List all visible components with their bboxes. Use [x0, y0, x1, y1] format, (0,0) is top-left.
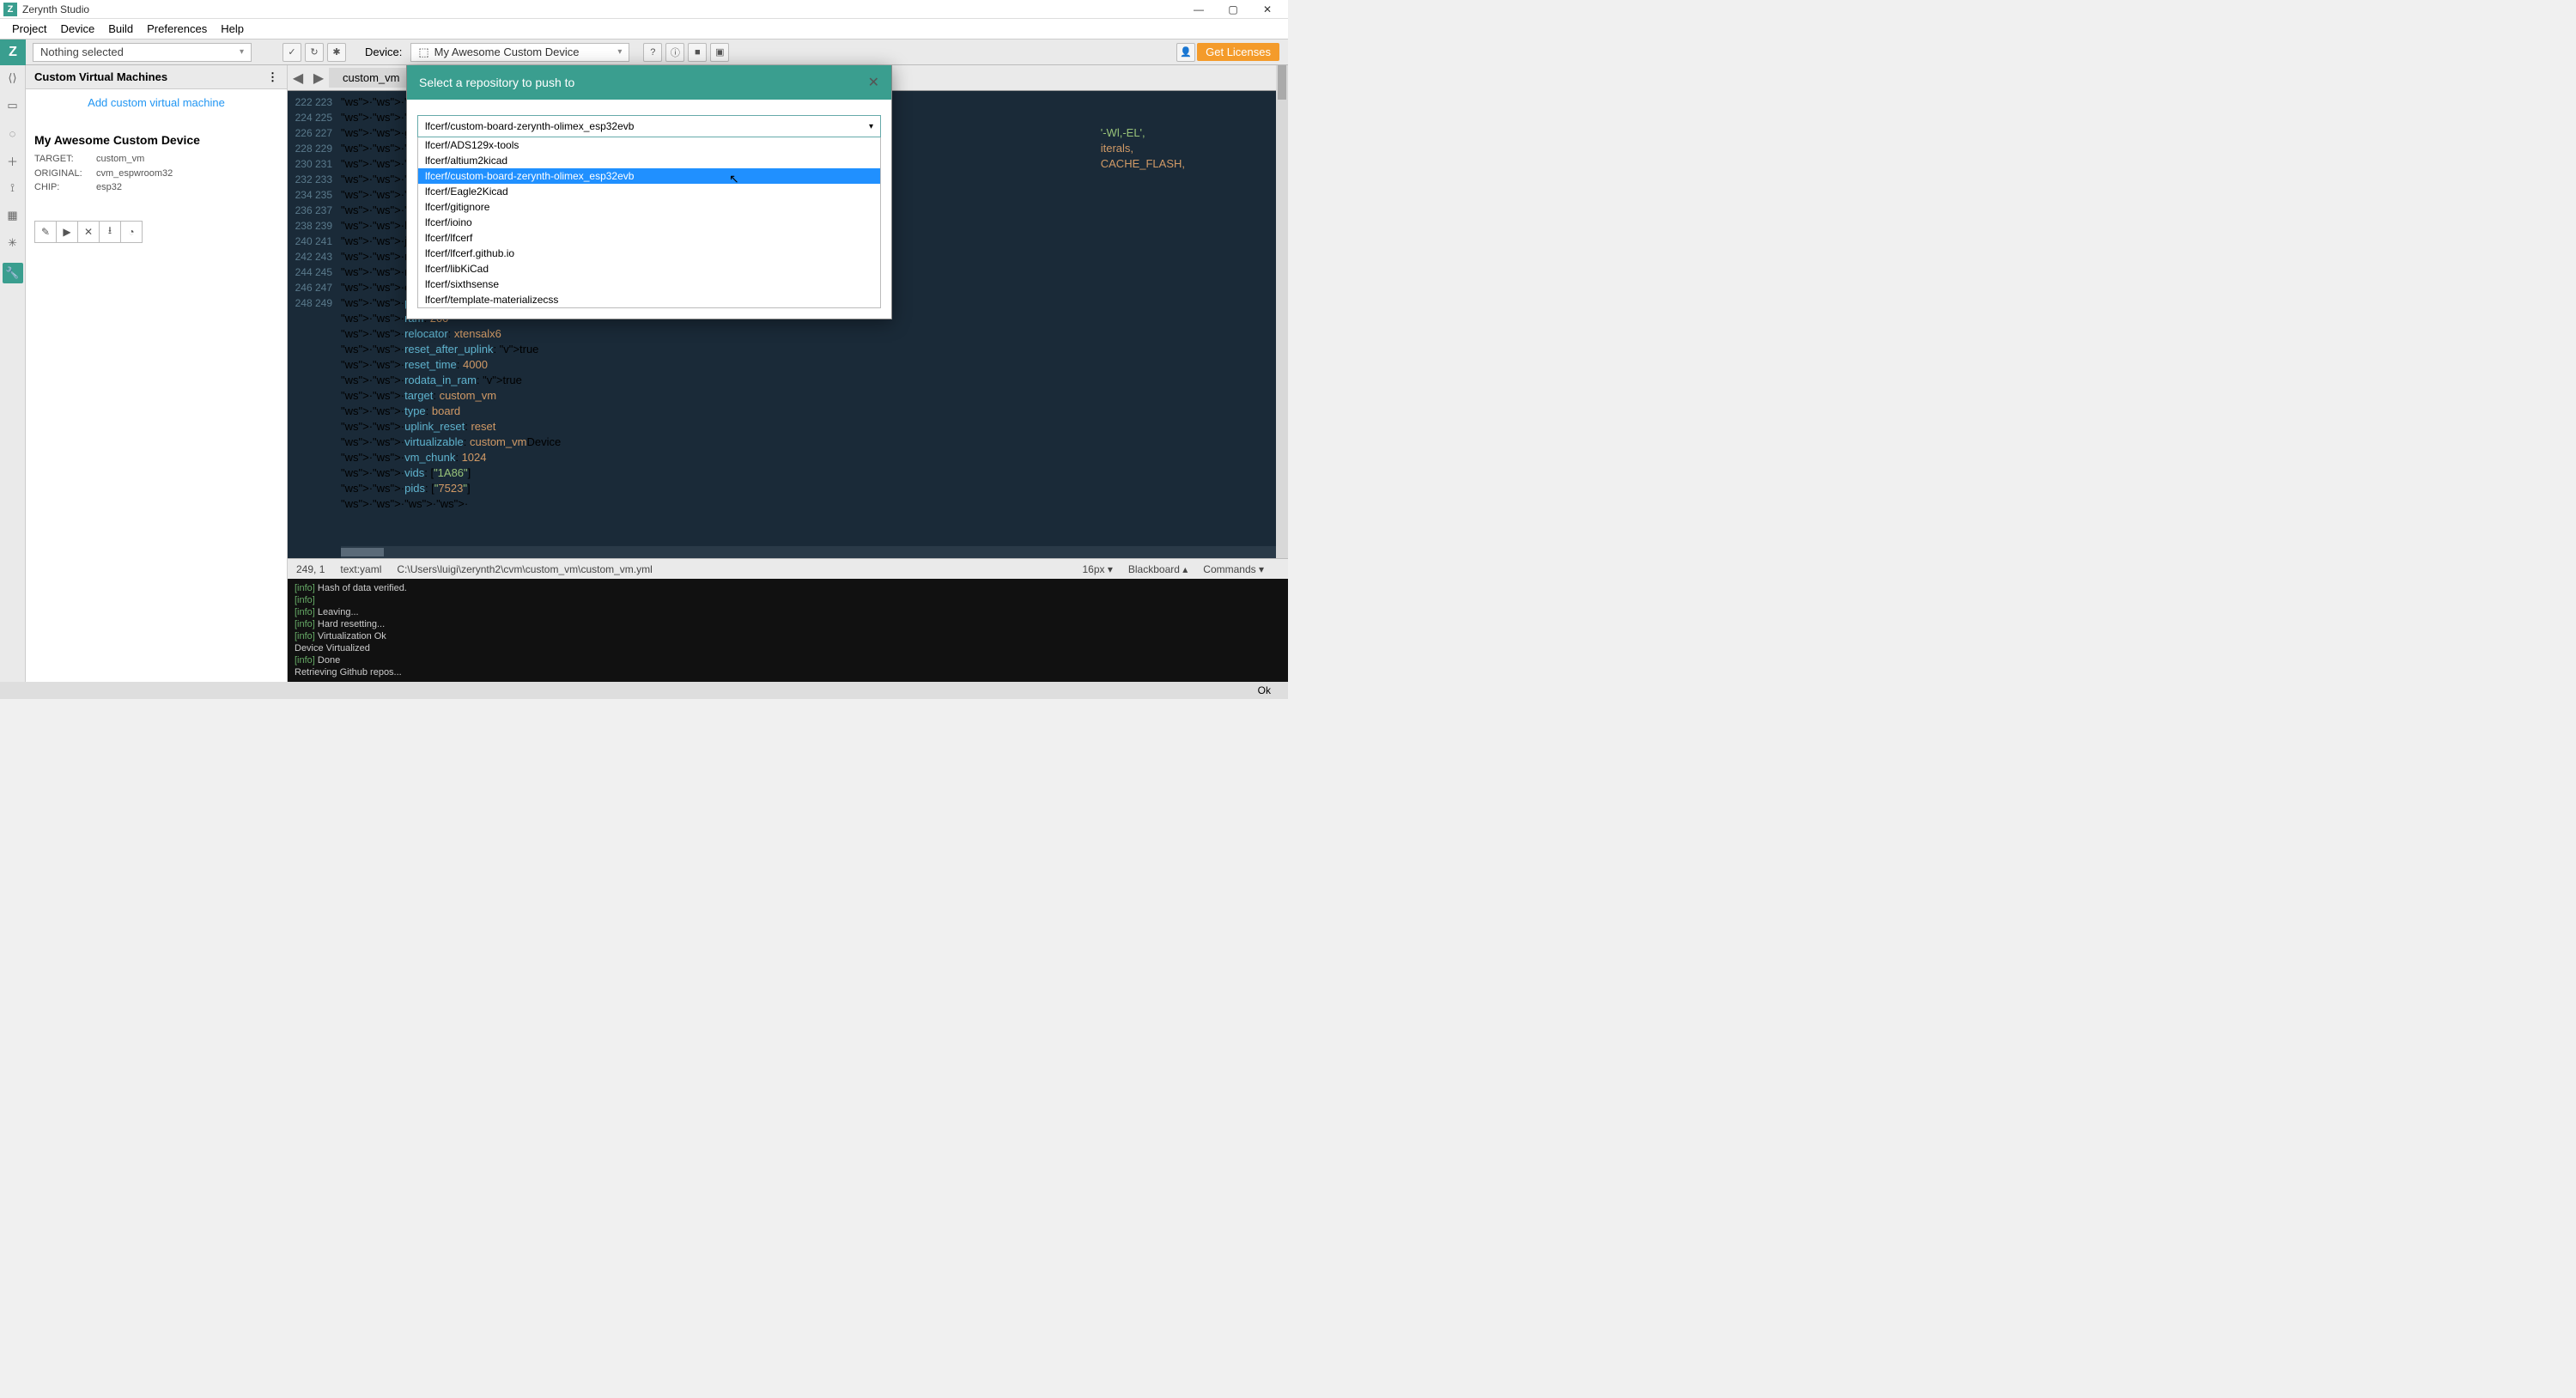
line-gutter: 222 223 224 225 226 227 228 229 230 231 …: [288, 91, 341, 314]
gear-icon[interactable]: ✳: [5, 235, 21, 251]
repo-option[interactable]: lfcerf/lfcerf: [418, 230, 880, 246]
repo-select[interactable]: lfcerf/custom-board-zerynth-olimex_esp32…: [417, 115, 881, 137]
device-name: My Awesome Custom Device: [34, 133, 278, 147]
window-title: Zerynth Studio: [22, 3, 1182, 15]
device-action-row: ✎ ▶ ✕ ⭳ ◔: [34, 221, 278, 243]
dialog-body: lfcerf/custom-board-zerynth-olimex_esp32…: [407, 100, 891, 319]
device-target-row: TARGET:custom_vm: [34, 152, 278, 167]
file-path: C:\Users\luigi\zerynth2\cvm\custom_vm\cu…: [397, 563, 652, 575]
get-licenses-button[interactable]: Get Licenses: [1197, 43, 1279, 61]
bug-icon[interactable]: ✱: [327, 43, 346, 62]
menu-bar: Project Device Build Preferences Help: [0, 19, 1288, 40]
vertical-scrollbar[interactable]: [1276, 65, 1288, 558]
left-panel-header: Custom Virtual Machines: [26, 65, 287, 89]
bottom-bar: Ok: [0, 682, 1288, 699]
github-icon[interactable]: ◔: [120, 221, 143, 243]
repo-option[interactable]: lfcerf/libKiCad: [418, 261, 880, 277]
plus-icon[interactable]: ＋: [5, 153, 21, 168]
repo-option[interactable]: lfcerf/custom-board-zerynth-olimex_esp32…: [418, 168, 880, 184]
repo-option[interactable]: lfcerf/Eagle2Kicad: [418, 184, 880, 199]
mouse-cursor: ↖: [729, 172, 739, 186]
device-label: Device:: [365, 46, 402, 58]
code-fragment: '-Wl,-EL',: [1101, 126, 1145, 139]
toolbar: Z Nothing selected ✓ ↻ ✱ Device: ⬚ My Awe…: [0, 40, 1288, 65]
repo-option[interactable]: lfcerf/ADS129x-tools: [418, 137, 880, 153]
ok-button[interactable]: Ok: [1258, 684, 1271, 696]
dialog-title: Select a repository to push to: [419, 76, 574, 89]
info-icon[interactable]: ?: [643, 43, 662, 62]
repo-option[interactable]: lfcerf/ioino: [418, 215, 880, 230]
code-icon[interactable]: ⟨⟩: [5, 70, 21, 86]
wifi-icon[interactable]: ⟟: [5, 180, 21, 196]
font-size-selector[interactable]: 16px ▾: [1082, 563, 1112, 575]
output-console[interactable]: [info] Hash of data verified.[info][info…: [288, 579, 1288, 682]
download-icon[interactable]: ⭳: [99, 221, 121, 243]
theme-selector[interactable]: Blackboard ▴: [1128, 563, 1188, 575]
stop-icon[interactable]: ■: [688, 43, 707, 62]
user-icon[interactable]: 👤: [1176, 43, 1195, 62]
folder-icon[interactable]: ▭: [5, 98, 21, 113]
grid-icon[interactable]: ▦: [5, 208, 21, 223]
commands-selector[interactable]: Commands ▾: [1203, 563, 1264, 575]
delete-icon[interactable]: ✕: [77, 221, 100, 243]
device-chip-row: CHIP:esp32: [34, 180, 278, 195]
close-button[interactable]: ✕: [1250, 0, 1285, 19]
device-card: My Awesome Custom Device TARGET:custom_v…: [34, 133, 278, 195]
verify-icon[interactable]: ✓: [283, 43, 301, 62]
maximize-button[interactable]: ▢: [1216, 0, 1250, 19]
left-panel: Custom Virtual Machines Add custom virtu…: [26, 65, 288, 682]
repo-option[interactable]: lfcerf/sixthsense: [418, 277, 880, 292]
activity-bar: ⟨⟩ ▭ ◌ ＋ ⟟ ▦ ✳ 🔧: [0, 65, 26, 682]
repo-option[interactable]: lfcerf/altium2kicad: [418, 153, 880, 168]
project-selector[interactable]: Nothing selected: [33, 43, 252, 62]
project-selector-text: Nothing selected: [40, 46, 124, 58]
editor-status-bar: 249, 1 text:yaml C:\Users\luigi\zerynth2…: [288, 558, 1288, 579]
repo-option[interactable]: lfcerf/lfcerf.github.io: [418, 246, 880, 261]
chip-icon: ⬚: [418, 46, 428, 59]
play-icon[interactable]: ▶: [56, 221, 78, 243]
repo-option[interactable]: lfcerf/template-materializecss: [418, 292, 880, 307]
title-bar: Z Zerynth Studio — ▢ ✕: [0, 0, 1288, 19]
menu-help[interactable]: Help: [214, 21, 251, 37]
device-original-row: ORIGINAL:cvm_espwroom32: [34, 167, 278, 181]
panel-title: Custom Virtual Machines: [34, 70, 167, 83]
code-fragment: iterals,: [1101, 142, 1133, 155]
device-selector[interactable]: ⬚ My Awesome Custom Device: [410, 43, 629, 62]
nav-back-icon[interactable]: ◀: [288, 68, 308, 88]
console-icon[interactable]: ▣: [710, 43, 729, 62]
zerynth-logo-icon[interactable]: Z: [0, 40, 26, 65]
minimize-button[interactable]: —: [1182, 0, 1216, 19]
repo-option[interactable]: lfcerf/gitignore: [418, 199, 880, 215]
edit-icon[interactable]: ✎: [34, 221, 57, 243]
repo-dropdown: lfcerf/ADS129x-toolslfcerf/altium2kicadl…: [417, 137, 881, 308]
bulb-icon[interactable]: ◌: [5, 125, 21, 141]
code-fragment: CACHE_FLASH,: [1101, 157, 1185, 170]
device-selector-text: My Awesome Custom Device: [434, 46, 580, 58]
refresh-icon[interactable]: ↻: [305, 43, 324, 62]
menu-build[interactable]: Build: [101, 21, 140, 37]
menu-preferences[interactable]: Preferences: [140, 21, 214, 37]
wrench-icon[interactable]: 🔧: [3, 263, 23, 283]
cursor-position: 249, 1: [296, 563, 325, 575]
app-logo-icon: Z: [3, 3, 17, 16]
horizontal-scrollbar[interactable]: [341, 546, 1288, 558]
menu-project[interactable]: Project: [5, 21, 53, 37]
dialog-header: Select a repository to push to ✕: [407, 65, 891, 100]
dialog-close-icon[interactable]: ✕: [868, 74, 879, 91]
push-repo-dialog: Select a repository to push to ✕ lfcerf/…: [406, 65, 892, 319]
add-vm-link[interactable]: Add custom virtual machine: [26, 89, 287, 116]
repo-select-value: lfcerf/custom-board-zerynth-olimex_esp32…: [425, 120, 634, 132]
file-language[interactable]: text:yaml: [340, 563, 381, 575]
menu-device[interactable]: Device: [53, 21, 101, 37]
tab-custom-vm[interactable]: custom_vm: [329, 68, 414, 88]
nav-fwd-icon[interactable]: ▶: [308, 68, 329, 88]
device-info-icon[interactable]: ⓘ: [665, 43, 684, 62]
